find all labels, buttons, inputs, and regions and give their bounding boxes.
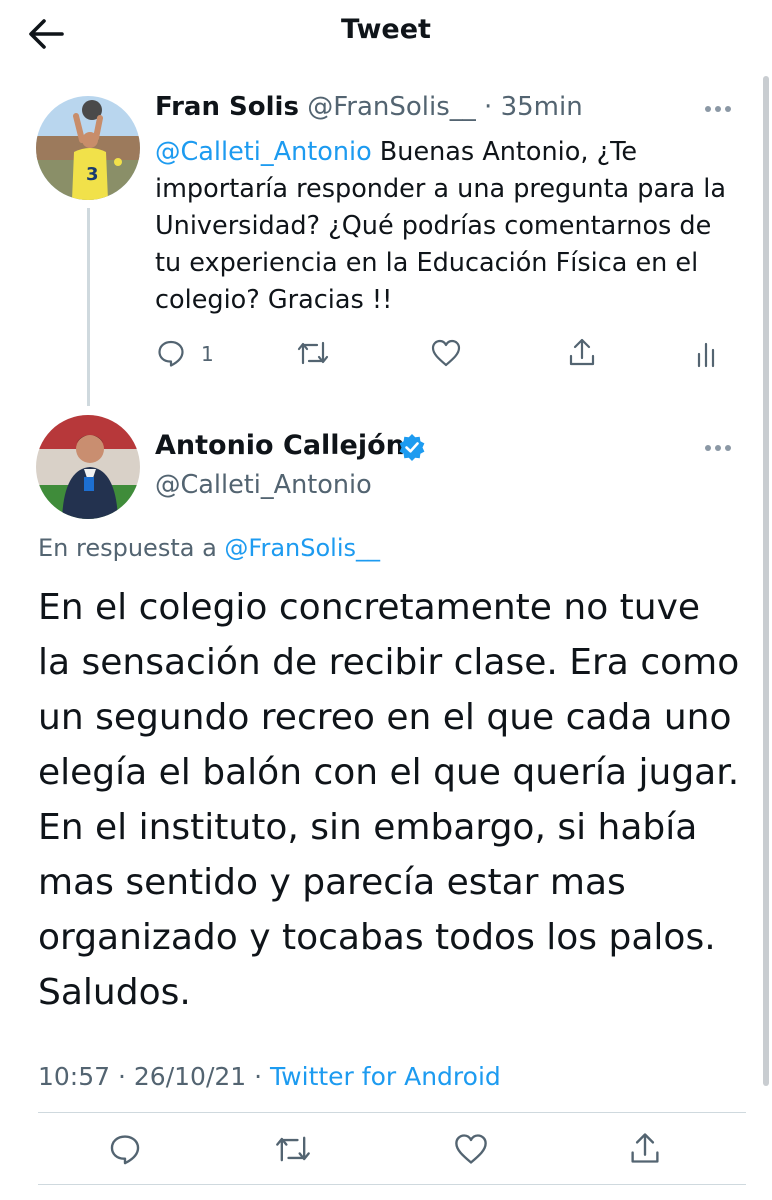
tweet-body: En el colegio concretamente no tuve la s… xyxy=(38,587,740,1013)
thread-line xyxy=(87,208,90,406)
share-button[interactable] xyxy=(628,1130,662,1166)
heart-icon xyxy=(455,1134,487,1164)
tweet-source[interactable]: Twitter for Android xyxy=(270,1062,501,1091)
scrollbar[interactable] xyxy=(763,76,769,1086)
svg-text:3: 3 xyxy=(86,164,99,185)
more-options-button[interactable] xyxy=(704,443,732,453)
reply-count: 1 xyxy=(201,342,214,366)
like-button[interactable] xyxy=(453,1132,489,1166)
page-title: Tweet xyxy=(341,14,431,45)
reply-icon xyxy=(158,340,184,367)
more-options-button[interactable] xyxy=(704,104,732,114)
verified-badge xyxy=(398,433,426,461)
analytics-icon xyxy=(697,342,715,368)
retweet-button[interactable] xyxy=(296,338,330,368)
divider xyxy=(38,1184,746,1185)
parent-tweet-text: @Calleti_Antonio Buenas Antonio, ¿Te imp… xyxy=(155,134,745,319)
reply-button[interactable] xyxy=(108,1132,142,1166)
tweet-date[interactable]: 26/10/21 xyxy=(134,1062,246,1091)
like-button[interactable] xyxy=(430,338,462,368)
more-dots-icon xyxy=(705,445,731,451)
analytics-button[interactable] xyxy=(696,340,720,368)
author-handle[interactable]: @FranSolis__ xyxy=(307,92,476,122)
share-icon xyxy=(631,1133,659,1163)
tweet-meta: 10:57 · 26/10/21 · Twitter for Android xyxy=(38,1062,501,1091)
retweet-icon xyxy=(276,1136,310,1162)
separator: · xyxy=(484,92,493,122)
avatar-photo: 3 xyxy=(36,96,140,200)
verified-icon xyxy=(399,434,425,461)
tweet-time[interactable]: 35min xyxy=(501,92,583,122)
reply-to-prefix: En respuesta a xyxy=(38,534,225,562)
share-icon xyxy=(569,338,595,366)
heart-icon xyxy=(431,339,461,367)
separator: · xyxy=(118,1062,126,1091)
divider xyxy=(38,1112,746,1113)
separator: · xyxy=(254,1062,263,1091)
avatar[interactable]: 3 xyxy=(36,96,140,200)
author-name[interactable]: Antonio Callejón xyxy=(155,430,405,461)
retweet-icon xyxy=(297,341,329,365)
avatar-photo xyxy=(36,415,140,519)
share-button[interactable] xyxy=(567,336,597,368)
more-dots-icon xyxy=(705,106,731,112)
avatar[interactable] xyxy=(36,415,140,519)
parent-tweet-header: Fran Solis @FranSolis__ · 35min xyxy=(155,92,583,122)
mention-link[interactable]: @Calleti_Antonio xyxy=(155,137,372,167)
reply-icon xyxy=(110,1135,140,1165)
tweet-time[interactable]: 10:57 xyxy=(38,1062,110,1091)
author-name[interactable]: Fran Solis xyxy=(155,92,299,122)
reply-to-handle[interactable]: @FranSolis__ xyxy=(224,534,380,562)
author-handle[interactable]: @Calleti_Antonio xyxy=(155,470,372,500)
reply-button[interactable] xyxy=(156,338,186,368)
reply-to-context: En respuesta a @FranSolis__ xyxy=(38,534,380,562)
retweet-button[interactable] xyxy=(274,1132,312,1166)
